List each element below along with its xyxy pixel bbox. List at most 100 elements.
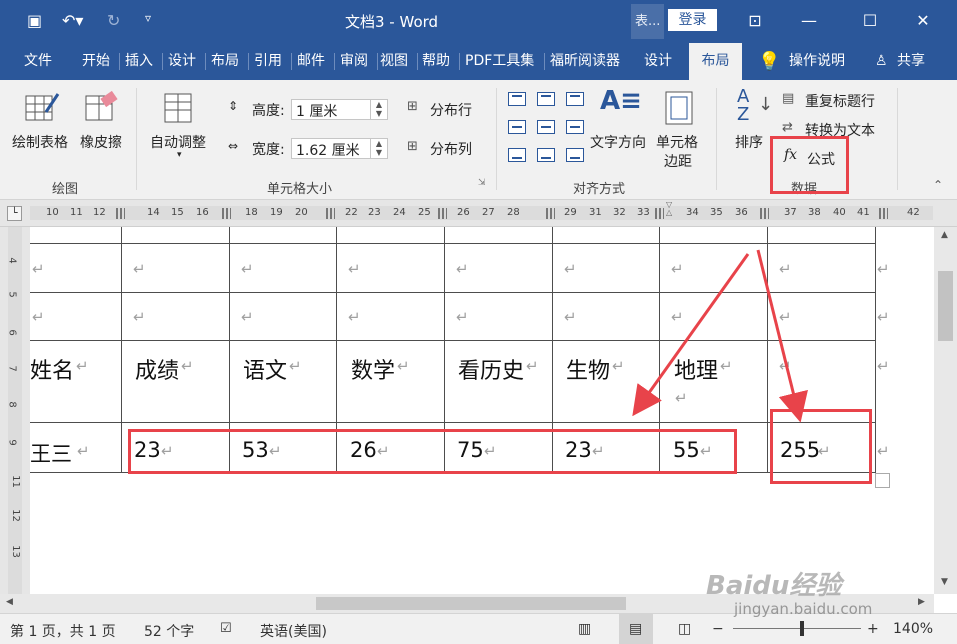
tab-mailings[interactable]: 邮件 xyxy=(297,43,325,80)
document-page[interactable]: ↵ ↵ ↵ ↵ ↵ ↵ ↵ ↵ ↵ ↵ ↵ ↵ ↵ ↵ ↵ ↵ ↵ ↵ 姓名 ↵ … xyxy=(30,227,934,594)
customize-qat-icon[interactable]: ▿ xyxy=(145,11,151,25)
share-button[interactable]: 共享 xyxy=(897,43,925,80)
column-marker[interactable] xyxy=(879,208,888,219)
distribute-cols-button[interactable]: 分布列 xyxy=(430,139,472,159)
cell-margins-label-2[interactable]: 边距 xyxy=(664,151,692,171)
zoom-in-icon[interactable]: + xyxy=(867,621,879,637)
height-spinner[interactable]: 1 厘米 ▲ ▼ xyxy=(291,99,388,120)
table-cell[interactable]: 王三 xyxy=(30,438,72,468)
sort-button[interactable]: 排序 xyxy=(735,132,763,152)
undo-icon[interactable]: ↶▾ xyxy=(62,11,83,30)
title-search[interactable]: 表... xyxy=(631,4,664,39)
word-count[interactable]: 52 个字 xyxy=(144,621,194,641)
repeat-header-button[interactable]: 重复标题行 xyxy=(805,91,875,111)
collapse-ribbon-icon[interactable]: ⌃ xyxy=(933,178,943,192)
tab-layout[interactable]: 布局 xyxy=(211,43,239,80)
draw-table-icon[interactable] xyxy=(24,90,60,126)
read-mode-icon[interactable]: ▥ xyxy=(578,621,591,637)
maximize-icon[interactable]: ☐ xyxy=(855,9,885,33)
close-icon[interactable]: ✕ xyxy=(908,9,938,33)
autofit-icon[interactable] xyxy=(163,90,193,126)
scroll-right-icon[interactable]: ▶ xyxy=(918,597,925,607)
print-layout-icon[interactable]: ▤ xyxy=(629,621,642,637)
align-middle-right-icon[interactable] xyxy=(566,120,584,134)
table-resize-handle[interactable] xyxy=(875,473,890,488)
proofing-icon[interactable]: ☑ xyxy=(220,621,232,636)
column-marker[interactable] xyxy=(116,208,125,219)
share-icon[interactable]: ♙ xyxy=(875,43,888,80)
tab-file[interactable]: 文件 xyxy=(24,43,52,80)
tell-me-search[interactable]: 操作说明 xyxy=(789,43,851,80)
repeat-header-icon[interactable]: ▤ xyxy=(782,91,794,106)
eraser-icon[interactable] xyxy=(84,90,120,126)
web-layout-icon[interactable]: ◫ xyxy=(678,621,691,637)
column-marker[interactable] xyxy=(222,208,231,219)
zoom-slider-track[interactable] xyxy=(733,628,861,629)
tab-selector-icon[interactable]: └ xyxy=(7,206,22,221)
tab-insert[interactable]: 插入 xyxy=(125,43,153,80)
save-icon[interactable]: ▣ xyxy=(27,11,42,30)
column-marker[interactable] xyxy=(438,208,447,219)
dialog-launcher-icon[interactable]: ⇲ xyxy=(478,178,486,188)
distribute-cols-icon[interactable]: ⊞ xyxy=(407,139,418,154)
tab-view[interactable]: 视图 xyxy=(380,43,408,80)
align-bottom-right-icon[interactable] xyxy=(566,148,584,162)
table-header-cell[interactable]: 语文 xyxy=(243,353,287,385)
align-middle-center-icon[interactable] xyxy=(537,120,555,134)
table-header-cell[interactable]: 姓名 xyxy=(30,353,74,385)
width-spinner[interactable]: 1.62 厘米 ▲ ▼ xyxy=(291,138,388,159)
cell-margins-icon[interactable] xyxy=(664,90,694,126)
tab-review[interactable]: 审阅 xyxy=(340,43,368,80)
text-direction-icon[interactable]: A≡ xyxy=(600,86,642,116)
draw-table-label[interactable]: 绘制表格 xyxy=(12,132,68,152)
sort-icon[interactable]: AZ xyxy=(737,88,749,124)
column-marker[interactable] xyxy=(760,208,769,219)
page-count[interactable]: 第 1 页，共 1 页 xyxy=(10,621,116,641)
redo-icon[interactable]: ↻ xyxy=(107,11,120,30)
spinner-arrows-icon[interactable]: ▲ ▼ xyxy=(370,100,387,119)
tab-pdf-tools[interactable]: PDF工具集 xyxy=(465,43,534,80)
align-top-right-icon[interactable] xyxy=(566,92,584,106)
tab-foxit-reader[interactable]: 福昕阅读器 xyxy=(550,43,620,80)
align-top-left-icon[interactable] xyxy=(508,92,526,106)
tab-home[interactable]: 开始 xyxy=(82,43,110,80)
text-direction-button[interactable]: 文字方向 xyxy=(590,132,646,152)
ribbon-display-icon[interactable]: ⊡ xyxy=(740,9,770,33)
scroll-down-icon[interactable]: ▼ xyxy=(941,577,948,587)
tab-references[interactable]: 引用 xyxy=(254,43,282,80)
table-header-cell[interactable]: 数学 xyxy=(351,353,395,385)
tab-table-design[interactable]: 设计 xyxy=(644,43,672,80)
indent-marker-icon[interactable]: ▽ △ xyxy=(666,201,672,217)
distribute-rows-icon[interactable]: ⊞ xyxy=(407,99,418,114)
spinner-arrows-icon[interactable]: ▲ ▼ xyxy=(370,139,387,158)
autofit-button[interactable]: 自动调整 xyxy=(150,132,206,152)
horizontal-ruler[interactable]: └ 10 11 12 14 15 16 18 19 20 22 23 24 25… xyxy=(0,200,957,227)
column-marker[interactable] xyxy=(655,208,664,219)
table-header-cell[interactable]: 看历史 xyxy=(458,353,524,385)
eraser-label[interactable]: 橡皮擦 xyxy=(80,132,122,152)
column-marker[interactable] xyxy=(546,208,555,219)
width-value[interactable]: 1.62 厘米 xyxy=(296,140,360,160)
distribute-rows-button[interactable]: 分布行 xyxy=(430,100,472,120)
cell-margins-label-1[interactable]: 单元格 xyxy=(656,132,698,152)
zoom-level[interactable]: 140% xyxy=(893,621,933,637)
vertical-scrollbar[interactable]: ▲ ▼ xyxy=(934,227,957,594)
zoom-out-icon[interactable]: − xyxy=(712,621,724,637)
align-bottom-left-icon[interactable] xyxy=(508,148,526,162)
vertical-ruler[interactable]: 4 5 6 7 8 9 11 12 13 xyxy=(0,227,30,594)
column-marker[interactable] xyxy=(326,208,335,219)
align-top-center-icon[interactable] xyxy=(537,92,555,106)
tab-design[interactable]: 设计 xyxy=(168,43,196,80)
table-header-cell[interactable]: 地理 xyxy=(674,353,718,385)
horizontal-scroll-thumb[interactable] xyxy=(316,597,626,610)
scroll-left-icon[interactable]: ◀ xyxy=(6,597,13,607)
autofit-dropdown-icon[interactable]: ▾ xyxy=(177,150,182,160)
language-indicator[interactable]: 英语(美国) xyxy=(260,621,327,641)
tab-help[interactable]: 帮助 xyxy=(422,43,450,80)
zoom-slider-thumb[interactable] xyxy=(800,621,804,636)
table-header-cell[interactable]: 生物 xyxy=(566,353,610,385)
vertical-scroll-thumb[interactable] xyxy=(938,271,953,341)
sort-arrow-icon[interactable]: ↓ xyxy=(758,94,773,115)
table-header-cell[interactable]: 成绩 xyxy=(135,353,179,385)
tab-table-layout[interactable]: 布局 xyxy=(689,43,742,80)
